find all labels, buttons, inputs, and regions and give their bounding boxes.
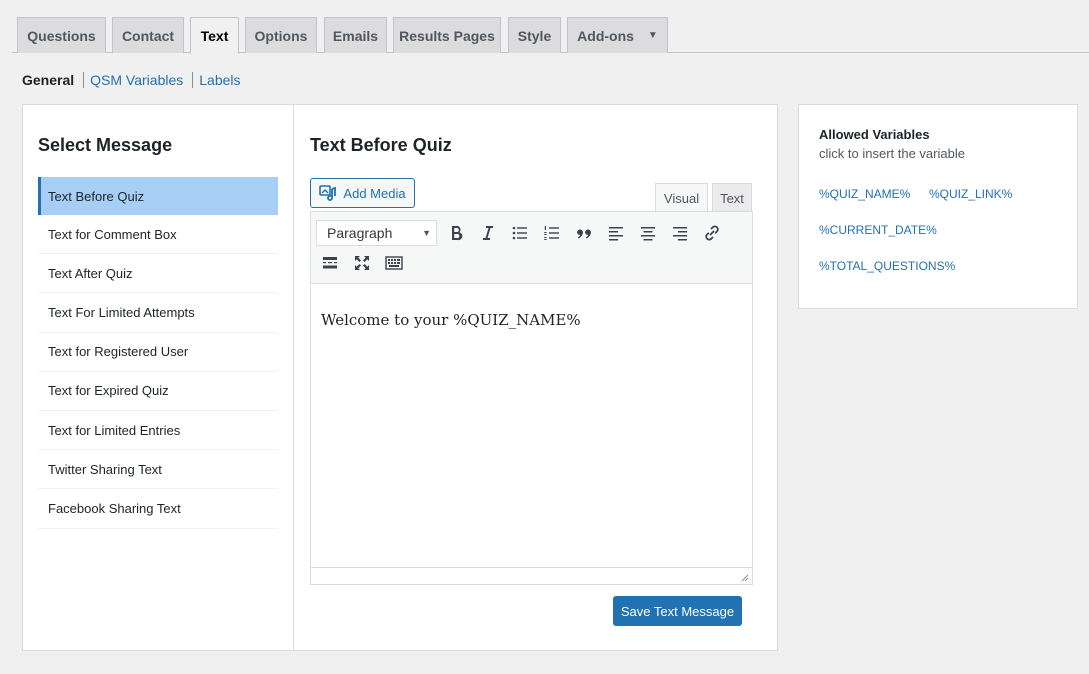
align-left-icon xyxy=(609,227,623,241)
add-media-label: Add Media xyxy=(343,185,406,201)
resize-handle-icon[interactable] xyxy=(741,574,749,582)
blockquote-button[interactable] xyxy=(570,219,598,247)
variable-quiz-link[interactable]: %QUIZ_LINK% xyxy=(929,187,1012,201)
variable-current-date[interactable]: %CURRENT_DATE% xyxy=(819,223,937,237)
message-item-text-for-limited-entries[interactable]: Text for Limited Entries xyxy=(38,411,278,451)
rich-text-editor: Paragraph ▼ Welcome to your %QUIZ_NAME% xyxy=(310,211,753,585)
read-more-button[interactable] xyxy=(316,249,344,277)
message-selector: Select Message Text Before Quiz Text for… xyxy=(23,105,294,650)
tab-emails[interactable]: Emails xyxy=(324,17,387,53)
editor-column: Text Before Quiz Add Media Visual Text P… xyxy=(310,105,760,650)
tab-results-pages[interactable]: Results Pages xyxy=(393,17,501,53)
insert-link-button[interactable] xyxy=(698,219,726,247)
bulleted-list-icon xyxy=(512,226,527,240)
caret-down-icon: ▼ xyxy=(647,30,658,41)
align-right-button[interactable] xyxy=(666,219,694,247)
tab-contact[interactable]: Contact xyxy=(112,17,184,53)
subnav-general[interactable]: General xyxy=(22,72,74,88)
message-item-text-before-quiz[interactable]: Text Before Quiz xyxy=(38,177,278,215)
numbered-list-icon xyxy=(544,226,559,240)
message-item-text-for-limited-attempts[interactable]: Text For Limited Attempts xyxy=(38,293,278,333)
tab-add-ons[interactable]: Add-ons ▼ xyxy=(567,17,668,53)
variable-quiz-name[interactable]: %QUIZ_NAME% xyxy=(819,187,910,201)
italic-icon xyxy=(483,226,493,240)
align-center-icon xyxy=(641,227,655,241)
tab-add-ons-label: Add-ons xyxy=(577,27,634,44)
variable-total-questions[interactable]: %TOTAL_QUESTIONS% xyxy=(819,259,955,273)
format-select[interactable]: Paragraph ▼ xyxy=(316,220,437,246)
subnav-separator xyxy=(192,72,194,88)
editor-content-area[interactable]: Welcome to your %QUIZ_NAME% xyxy=(311,285,752,566)
message-item-text-for-registered-user[interactable]: Text for Registered User xyxy=(38,333,278,372)
main-panel: Select Message Text Before Quiz Text for… xyxy=(22,104,778,651)
keyboard-icon xyxy=(385,256,403,270)
link-icon xyxy=(705,225,719,241)
editor-content-text: Welcome to your %QUIZ_NAME% xyxy=(321,311,581,329)
bold-icon xyxy=(452,226,463,241)
bulleted-list-button[interactable] xyxy=(506,219,534,247)
subnav-separator xyxy=(83,72,85,88)
read-more-icon xyxy=(323,257,337,269)
message-item-facebook-sharing-text[interactable]: Facebook Sharing Text xyxy=(38,489,278,529)
message-list: Text Before Quiz Text for Comment Box Te… xyxy=(38,177,278,529)
allowed-variables-box: Allowed Variables click to insert the va… xyxy=(798,104,1078,309)
message-item-text-for-expired-quiz[interactable]: Text for Expired Quiz xyxy=(38,372,278,411)
align-center-button[interactable] xyxy=(634,219,662,247)
fullscreen-icon xyxy=(355,256,369,270)
blockquote-icon xyxy=(577,229,591,239)
numbered-list-button[interactable] xyxy=(538,219,566,247)
chevron-down-icon: ▼ xyxy=(422,228,431,238)
subnav-qsm-variables[interactable]: QSM Variables xyxy=(90,72,183,88)
tab-options[interactable]: Options xyxy=(245,17,317,53)
save-text-message-button[interactable]: Save Text Message xyxy=(613,596,742,626)
tab-text-editor[interactable]: Text xyxy=(712,183,752,212)
editor-statusbar xyxy=(311,567,752,584)
editor-toolbar: Paragraph ▼ xyxy=(311,212,752,284)
allowed-variables-heading: Allowed Variables xyxy=(819,127,930,142)
tab-questions[interactable]: Questions xyxy=(17,17,106,53)
subnav-labels[interactable]: Labels xyxy=(199,72,240,88)
format-select-value: Paragraph xyxy=(327,225,393,241)
align-right-icon xyxy=(673,227,687,241)
message-item-text-for-comment-box[interactable]: Text for Comment Box xyxy=(38,215,278,255)
media-icon xyxy=(319,185,337,201)
tab-bar: Questions Contact Text Options Emails Re… xyxy=(0,0,1089,54)
sub-navigation: General QSM Variables Labels xyxy=(22,72,241,88)
align-left-button[interactable] xyxy=(602,219,630,247)
fullscreen-button[interactable] xyxy=(348,249,376,277)
bold-button[interactable] xyxy=(442,219,470,247)
tab-visual-editor[interactable]: Visual xyxy=(655,183,708,212)
tab-style[interactable]: Style xyxy=(508,17,561,53)
italic-button[interactable] xyxy=(474,219,502,247)
editor-heading: Text Before Quiz xyxy=(310,135,452,155)
add-media-button[interactable]: Add Media xyxy=(310,178,415,208)
toolbar-toggle-button[interactable] xyxy=(380,249,408,277)
tab-text[interactable]: Text xyxy=(190,17,239,54)
message-item-text-after-quiz[interactable]: Text After Quiz xyxy=(38,254,278,294)
select-message-heading: Select Message xyxy=(38,135,173,155)
allowed-variables-hint: click to insert the variable xyxy=(819,146,965,161)
message-item-twitter-sharing-text[interactable]: Twitter Sharing Text xyxy=(38,450,278,490)
